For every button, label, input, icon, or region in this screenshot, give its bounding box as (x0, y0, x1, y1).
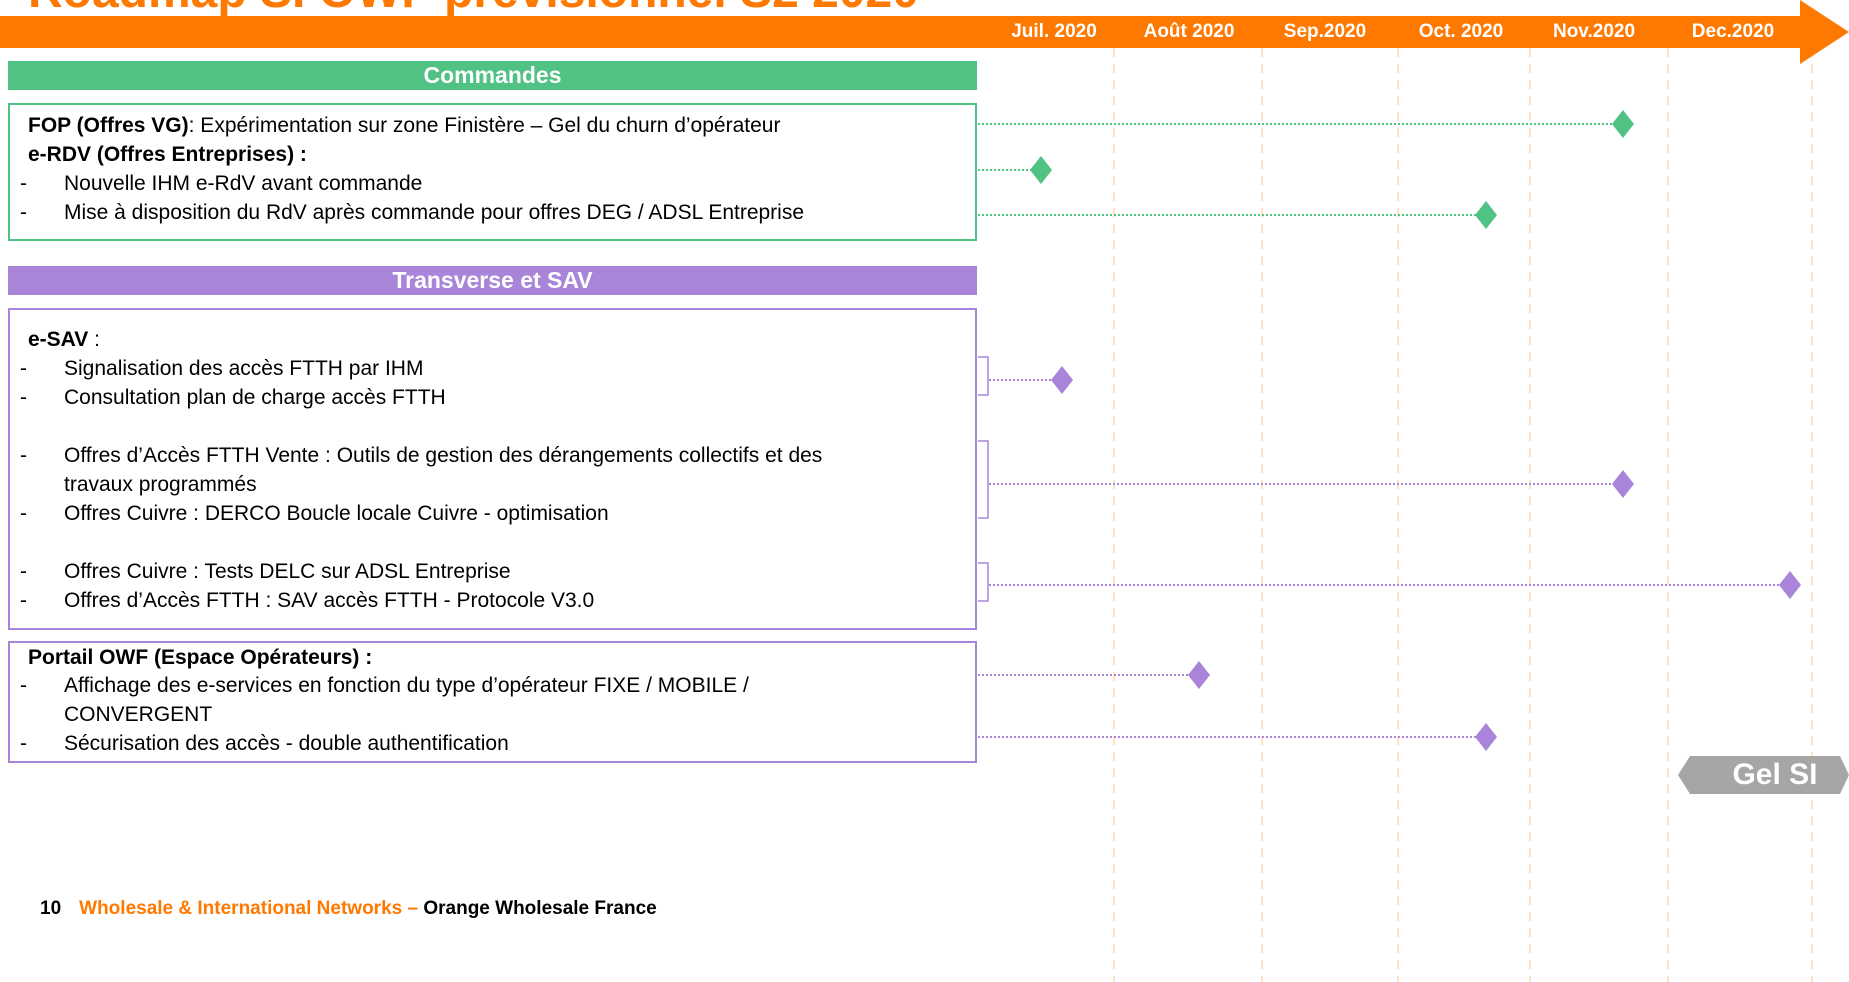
section-header-transverse: Transverse et SAV (392, 267, 593, 293)
diamond-marker (1030, 156, 1052, 184)
list-item: - Mise à disposition du RdV après comman… (8, 199, 968, 227)
list-item-text: CONVERGENT (64, 703, 213, 726)
diamond-marker (1475, 723, 1497, 751)
list-item: - Sécurisation des accès - double authen… (8, 730, 968, 758)
footer-org: Wholesale & International Networks (79, 898, 403, 919)
bullet-dash: - (20, 172, 27, 195)
bullet-dash: - (20, 560, 27, 583)
bracket-ftth-vente (978, 440, 989, 519)
portail-label: Portail OWF (Espace Opérateurs) : (28, 646, 373, 669)
list-item-text: Consultation plan de charge accès FTTH (64, 386, 446, 409)
milestone-ftth-vente (989, 470, 1634, 498)
diamond-marker (1475, 201, 1497, 229)
page-title: Roadmap SI OWF prévisionnel S2 2020 (28, 0, 919, 18)
milestone-erdv-rdv (978, 201, 1497, 229)
bracket-cuivre (978, 562, 989, 602)
list-item: - Nouvelle IHM e-RdV avant commande (8, 170, 968, 198)
month-label-dec: Dec.2020 (1691, 21, 1775, 42)
list-item-text: travaux programmés (64, 473, 257, 496)
fop-label: FOP (Offres VG) (28, 114, 189, 137)
list-item-text: Offres Cuivre : DERCO Boucle locale Cuiv… (64, 502, 609, 525)
bullet-dash: - (20, 674, 27, 697)
bullet-dash: - (20, 732, 27, 755)
list-item: - Offres Cuivre : DERCO Boucle locale Cu… (8, 500, 968, 528)
list-item: - Signalisation des accès FTTH par IHM (8, 355, 968, 383)
month-label-juil: Juil. 2020 (1011, 21, 1097, 42)
bullet-dash: - (20, 444, 27, 467)
page-number: 10 (40, 898, 62, 919)
diamond-marker (1051, 366, 1073, 394)
list-item: - Offres d’Accès FTTH Vente : Outils de … (8, 442, 968, 470)
milestone-fop (978, 110, 1634, 138)
footer-brand: Orange Wholesale France (423, 898, 657, 919)
milestone-erdv-ihm (978, 156, 1052, 184)
list-item-text: Mise à disposition du RdV après commande… (64, 201, 805, 224)
bullet-dash: - (20, 589, 27, 612)
list-item-continuation: CONVERGENT (8, 701, 968, 729)
bullet-dash: - (20, 386, 27, 409)
list-item-continuation: travaux programmés (8, 471, 968, 499)
bracket-esav (978, 356, 989, 396)
diamond-marker (1779, 571, 1801, 599)
esav-label: e-SAV (28, 328, 89, 351)
esav-line: e-SAV : (28, 326, 100, 354)
list-item-text: Offres d’Accès FTTH Vente : Outils de ge… (64, 444, 823, 467)
month-label-sep: Sep.2020 (1283, 21, 1367, 42)
commandes-content: FOP (Offres VG): Expérimentation sur zon… (20, 112, 968, 236)
diamond-marker (1188, 661, 1210, 689)
erdv-label: e-RDV (Offres Entreprises) : (28, 143, 307, 166)
section-header-commandes: Commandes (423, 62, 562, 88)
month-label-nov: Nov.2020 (1552, 21, 1636, 42)
list-item-text: Offres Cuivre : Tests DELC sur ADSL Entr… (64, 560, 511, 583)
list-item: - Consultation plan de charge accès FTTH (8, 384, 968, 412)
milestone-esav (989, 366, 1073, 394)
month-label-aout: Août 2020 (1143, 21, 1235, 42)
diamond-marker (1612, 470, 1634, 498)
bullet-dash: - (20, 357, 27, 380)
list-item-text: Sécurisation des accès - double authenti… (64, 732, 509, 755)
list-item-text: Offres d’Accès FTTH : SAV accès FTTH - P… (64, 589, 595, 612)
month-label-oct: Oct. 2020 (1418, 21, 1504, 42)
transverse-content: e-SAV : - Signalisation des accès FTTH p… (20, 326, 968, 626)
milestone-cuivre (989, 571, 1801, 599)
esav-suffix: : (88, 328, 100, 351)
gel-si-badge: Gel SI (1732, 758, 1818, 791)
fop-text: : Expérimentation sur zone Finistère – G… (188, 114, 781, 137)
list-item-text: Affichage des e-services en fonction du … (64, 674, 749, 697)
portail-content: Portail OWF (Espace Opérateurs) : - Affi… (20, 644, 968, 760)
list-item-text: Nouvelle IHM e-RdV avant commande (64, 172, 423, 195)
milestone-portail-affichage (978, 661, 1210, 689)
footer-separator: – (402, 898, 424, 919)
list-item-text: Signalisation des accès FTTH par IHM (64, 357, 424, 380)
list-item: - Offres d’Accès FTTH : SAV accès FTTH -… (8, 587, 968, 615)
fop-line: FOP (Offres VG): Expérimentation sur zon… (28, 112, 780, 140)
list-item: - Offres Cuivre : Tests DELC sur ADSL En… (8, 558, 968, 586)
footer: 10 Wholesale & International Networks – O… (40, 898, 657, 920)
bullet-dash: - (20, 502, 27, 525)
milestone-portail-securisation (978, 723, 1497, 751)
bullet-dash: - (20, 201, 27, 224)
list-item: - Affichage des e-services en fonction d… (8, 672, 968, 700)
diamond-marker (1612, 110, 1634, 138)
